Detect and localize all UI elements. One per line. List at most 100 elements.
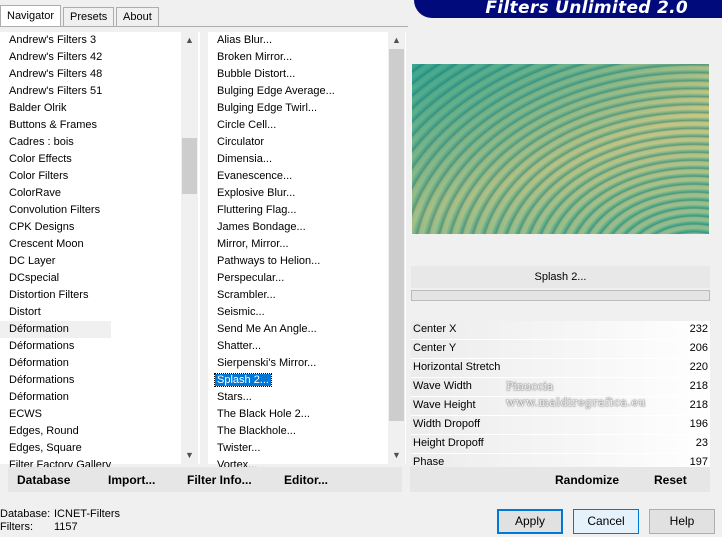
category-item[interactable]: Andrew's Filters 51: [0, 83, 111, 100]
category-item[interactable]: Déformation: [0, 355, 111, 372]
apply-button[interactable]: Apply: [497, 509, 563, 534]
filter-list[interactable]: Alias Blur... Broken Mirror... Bubble Dist…: [208, 32, 335, 474]
filter-item[interactable]: Bulging Edge Average...: [208, 83, 335, 100]
parameter-slider[interactable]: Center X 232: [411, 321, 710, 340]
scroll-down-icon[interactable]: ▼: [181, 447, 198, 464]
category-item[interactable]: Balder Olrik: [0, 100, 111, 117]
filter-item[interactable]: Dimensia...: [208, 151, 335, 168]
filter-item-label: Bulging Edge Average...: [217, 85, 335, 97]
filter-item[interactable]: Circle Cell...: [208, 117, 335, 134]
filter-item-label: James Bondage...: [217, 221, 306, 233]
filter-item-label: Send Me An Angle...: [217, 323, 317, 335]
category-item[interactable]: Buttons & Frames: [0, 117, 111, 134]
category-item[interactable]: Distortion Filters: [0, 287, 111, 304]
database-button[interactable]: Database: [17, 473, 70, 487]
filter-scrollbar[interactable]: ▲ ▼: [388, 32, 405, 464]
filter-item-label: Bulging Edge Twirl...: [217, 102, 318, 114]
filter-item[interactable]: Explosive Blur...: [208, 185, 335, 202]
parameter-value: 23: [695, 437, 708, 449]
filter-item[interactable]: Shatter...: [208, 338, 335, 355]
filter-item-label: Bubble Distort...: [217, 68, 296, 80]
category-item[interactable]: Distort: [0, 304, 111, 321]
cancel-button[interactable]: Cancel: [573, 509, 639, 534]
category-item[interactable]: Crescent Moon: [0, 236, 111, 253]
filter-item[interactable]: The Blackhole...: [208, 423, 335, 440]
filter-item-label: Explosive Blur...: [217, 187, 296, 199]
category-panel: Andrew's Filters 3 Andrew's Filters 42 And…: [0, 32, 200, 471]
category-item[interactable]: ColorRave: [0, 185, 111, 202]
filter-item-label: Dimensia...: [217, 153, 273, 165]
parameter-label: Height Dropoff: [413, 437, 484, 449]
filter-item[interactable]: The Black Hole 2...: [208, 406, 335, 423]
reset-button[interactable]: Reset: [654, 473, 687, 487]
category-item[interactable]: Déformations: [0, 372, 111, 389]
filter-item[interactable]: James Bondage...: [208, 219, 335, 236]
filter-item[interactable]: Broken Mirror...: [208, 49, 335, 66]
category-item[interactable]: Edges, Round: [0, 423, 111, 440]
category-item[interactable]: DCspecial: [0, 270, 111, 287]
filter-item-label: Fluttering Flag...: [217, 204, 297, 216]
parameter-slider[interactable]: Horizontal Stretch 220: [411, 359, 710, 378]
import-button[interactable]: Import...: [108, 473, 155, 487]
filter-item[interactable]: Perspecular...: [208, 270, 335, 287]
filter-item[interactable]: Alias Blur...: [208, 32, 335, 49]
filter-item[interactable]: Mirror, Mirror...: [208, 236, 335, 253]
randomize-button[interactable]: Randomize: [555, 473, 619, 487]
scroll-up-icon[interactable]: ▲: [181, 32, 198, 49]
filter-item[interactable]: Pathways to Helion...: [208, 253, 335, 270]
tab-navigator[interactable]: Navigator: [0, 5, 62, 27]
category-scrollbar[interactable]: ▲ ▼: [181, 32, 198, 464]
filter-item[interactable]: Bubble Distort...: [208, 66, 335, 83]
tab-about[interactable]: About: [116, 7, 159, 26]
filter-item[interactable]: Sierpenski's Mirror...: [208, 355, 335, 372]
category-item[interactable]: Déformations: [0, 338, 111, 355]
filter-item-label: Shatter...: [217, 340, 262, 352]
filter-item-label: Mirror, Mirror...: [217, 238, 289, 250]
category-item[interactable]: ECWS: [0, 406, 111, 423]
parameter-value: 206: [689, 342, 708, 354]
category-item[interactable]: Déformation: [0, 321, 112, 338]
category-item[interactable]: Edges, Square: [0, 440, 111, 457]
parameter-label: Wave Width: [413, 380, 472, 392]
filter-item[interactable]: Circulator: [208, 134, 335, 151]
category-scroll-thumb[interactable]: [182, 138, 197, 194]
title-banner: Filters Unlimited 2.0: [414, 0, 722, 18]
filter-item[interactable]: Send Me An Angle...: [208, 321, 335, 338]
filter-item[interactable]: Seismic...: [208, 304, 335, 321]
parameter-slider[interactable]: Height Dropoff 23: [411, 435, 710, 454]
filter-item[interactable]: Splash 2...: [208, 372, 335, 389]
help-button[interactable]: Help: [649, 509, 715, 534]
filter-item[interactable]: Stars...: [208, 389, 335, 406]
category-list[interactable]: Andrew's Filters 3 Andrew's Filters 42 And…: [0, 32, 112, 474]
parameter-label: Wave Height: [413, 399, 476, 411]
filter-item[interactable]: Twister...: [208, 440, 335, 457]
parameter-slider[interactable]: Width Dropoff 196: [411, 416, 710, 435]
scroll-up-icon[interactable]: ▲: [388, 32, 405, 49]
filter-item[interactable]: Bulging Edge Twirl...: [208, 100, 335, 117]
scroll-down-icon[interactable]: ▼: [388, 447, 405, 464]
parameter-value: 232: [689, 323, 708, 335]
category-item[interactable]: Cadres : bois: [0, 134, 111, 151]
category-item[interactable]: Andrew's Filters 3: [0, 32, 111, 49]
filter-scroll-thumb[interactable]: [389, 49, 404, 421]
category-item[interactable]: Color Effects: [0, 151, 111, 168]
filter-item-label: Splash 2...: [214, 373, 272, 387]
parameter-slider[interactable]: Wave Width 218: [411, 378, 710, 397]
category-item[interactable]: Convolution Filters: [0, 202, 111, 219]
right-toolbar: Randomize Reset: [410, 467, 710, 492]
filter-info-button[interactable]: Filter Info...: [187, 473, 252, 487]
filter-item[interactable]: Evanescence...: [208, 168, 335, 185]
parameter-value: 196: [689, 418, 708, 430]
preview-image[interactable]: [412, 64, 709, 234]
category-item[interactable]: Andrew's Filters 42: [0, 49, 111, 66]
filter-item[interactable]: Fluttering Flag...: [208, 202, 335, 219]
category-item[interactable]: DC Layer: [0, 253, 111, 270]
category-item[interactable]: Color Filters: [0, 168, 111, 185]
category-item[interactable]: Déformation: [0, 389, 111, 406]
filter-item[interactable]: Scrambler...: [208, 287, 335, 304]
category-item[interactable]: CPK Designs: [0, 219, 111, 236]
category-item[interactable]: Andrew's Filters 48: [0, 66, 111, 83]
editor-button[interactable]: Editor...: [284, 473, 328, 487]
parameter-slider[interactable]: Center Y 206: [411, 340, 710, 359]
tab-presets[interactable]: Presets: [63, 7, 115, 26]
